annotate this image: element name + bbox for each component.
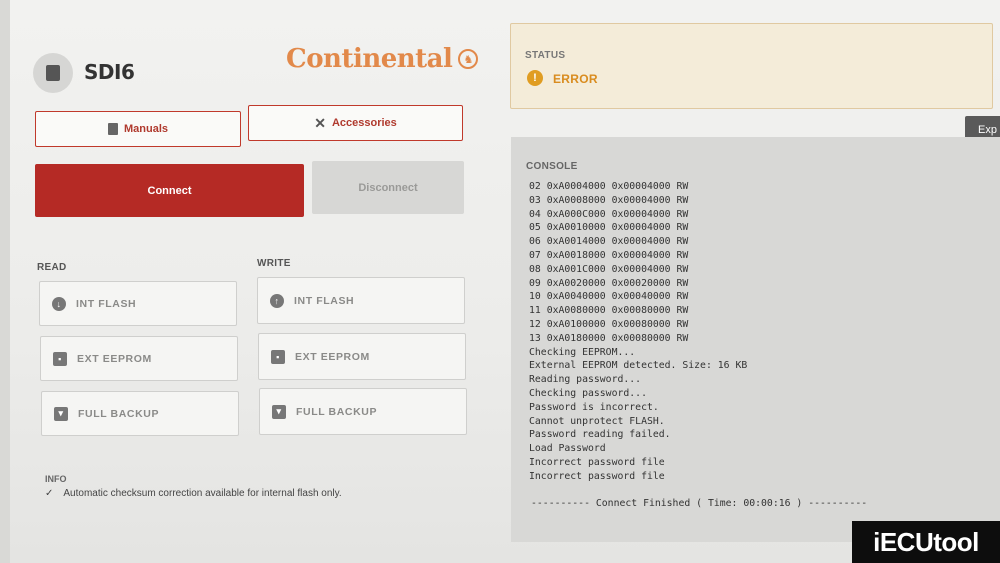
console-line: 08 0xA001C000 0x00004000 RW	[529, 263, 689, 275]
manuals-label: Manuals	[123, 123, 168, 135]
console-line: 05 0xA0010000 0x00004000 RW	[529, 222, 689, 234]
console-line: 09 0xA0020000 0x00020000 RW	[529, 277, 689, 289]
console-line: 10 0xA0040000 0x00040000 RW	[529, 291, 689, 303]
console-line: Incorrect password file	[529, 470, 665, 482]
read-full-backup-button[interactable]: ▾ FULL BACKUP	[41, 391, 239, 436]
accessories-label: Accessories	[331, 117, 397, 129]
info-text: Automatic checksum correction available …	[63, 488, 342, 499]
device-avatar	[33, 53, 73, 93]
read-int-flash-button[interactable]: ↓ INT FLASH	[39, 281, 237, 326]
status-value: ERROR	[553, 72, 598, 86]
horse-icon: ♞	[458, 49, 479, 69]
device-name: SDI6	[84, 60, 135, 84]
write-ext-eeprom-button[interactable]: ▪ EXT EEPROM	[258, 333, 466, 380]
read-full-backup-label: FULL BACKUP	[78, 407, 160, 420]
app-screen: SDI6 Continental ♞ Manuals ✕ Accessories…	[0, 0, 1000, 563]
watermark-logo: iECUtool	[852, 521, 1000, 563]
console-line: Checking EEPROM...	[529, 346, 636, 358]
console-line: Password is incorrect.	[529, 401, 659, 413]
screen-bezel	[0, 0, 10, 563]
console-footer: ---------- Connect Finished ( Time: 00:0…	[531, 498, 868, 509]
write-int-flash-button[interactable]: ↑ INT FLASH	[257, 277, 465, 324]
write-section-label: WRITE	[257, 258, 291, 269]
console-line: 03 0xA0008000 0x00004000 RW	[529, 194, 689, 206]
console-line: 02 0xA0004000 0x00004000 RW	[529, 181, 689, 192]
info-row: ✓ Automatic checksum correction availabl…	[45, 488, 342, 499]
info-label: INFO	[45, 474, 67, 484]
save-icon: ▾	[54, 406, 68, 421]
console-line: Incorrect password file	[529, 456, 665, 468]
console-line: Reading password...	[529, 374, 642, 386]
status-label: STATUS	[525, 50, 566, 61]
chip-icon: ▪	[271, 349, 285, 364]
download-icon: ↓	[52, 296, 66, 311]
brand-logo: Continental ♞	[286, 44, 479, 74]
console-line: External EEPROM detected. Size: 16 KB	[529, 360, 748, 372]
upload-icon: ↑	[270, 293, 284, 308]
brand-name: Continental	[286, 44, 453, 74]
console-line: 06 0xA0014000 0x00004000 RW	[529, 236, 689, 248]
read-ext-eeprom-label: EXT EEPROM	[77, 352, 152, 365]
disconnect-button[interactable]: Disconnect	[312, 161, 464, 214]
console-line: 13 0xA0180000 0x00080000 RW	[529, 332, 689, 344]
chip-icon	[46, 65, 60, 81]
console-line: 12 0xA0100000 0x00080000 RW	[529, 318, 689, 330]
write-int-flash-label: INT FLASH	[294, 294, 355, 307]
save-icon: ▾	[272, 404, 286, 419]
console-label: CONSOLE	[526, 161, 578, 172]
console-line: Load Password	[529, 443, 606, 455]
write-ext-eeprom-label: EXT EEPROM	[295, 350, 370, 363]
write-full-backup-button[interactable]: ▾ FULL BACKUP	[259, 388, 467, 435]
read-ext-eeprom-button[interactable]: ▪ EXT EEPROM	[40, 336, 238, 381]
check-icon: ✓	[45, 488, 54, 499]
console-line: Password reading failed.	[529, 429, 671, 441]
write-full-backup-label: FULL BACKUP	[296, 405, 378, 418]
console-output: 02 0xA0004000 0x00004000 RW 03 0xA0008000…	[529, 180, 989, 484]
read-section-label: READ	[37, 262, 67, 273]
read-int-flash-label: INT FLASH	[76, 297, 137, 310]
console-line: 11 0xA0080000 0x00080000 RW	[529, 305, 689, 317]
book-icon	[107, 123, 118, 135]
chip-icon: ▪	[53, 351, 67, 366]
tools-icon: ✕	[314, 114, 326, 131]
accessories-button[interactable]: ✕ Accessories	[248, 105, 463, 141]
console-line: 04 0xA000C000 0x00004000 RW	[529, 208, 689, 220]
console-line: Checking password...	[529, 387, 647, 399]
manuals-button[interactable]: Manuals	[35, 111, 241, 147]
console-panel[interactable]: CONSOLE 02 0xA0004000 0x00004000 RW 03 0x…	[511, 137, 1000, 542]
warning-icon: !	[527, 70, 543, 86]
console-line: 07 0xA0018000 0x00004000 RW	[529, 249, 689, 261]
connect-button[interactable]: Connect	[35, 164, 304, 217]
console-line: Cannot unprotect FLASH.	[529, 415, 665, 427]
status-panel: STATUS ! ERROR	[510, 23, 993, 109]
